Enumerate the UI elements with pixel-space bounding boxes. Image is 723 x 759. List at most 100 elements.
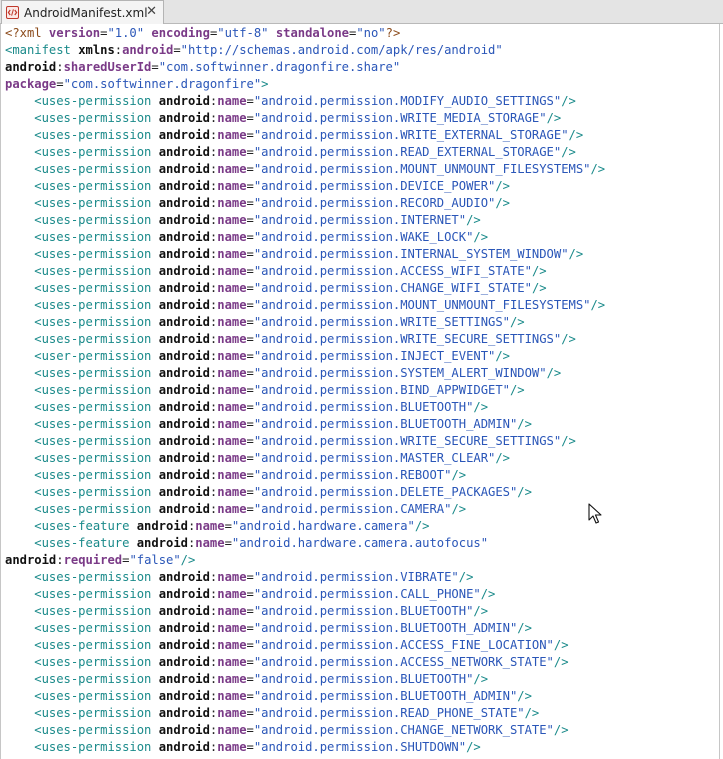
code-token-val: "http://schemas.android.com/apk/res/andr… bbox=[180, 43, 503, 57]
code-token-text: = bbox=[246, 621, 254, 635]
code-token-tag: <uses-permission bbox=[34, 400, 159, 414]
code-token-tag: <uses-permission bbox=[34, 689, 159, 703]
code-token-attr: name bbox=[217, 621, 247, 635]
code-line: <uses-permission android:name="android.p… bbox=[5, 331, 719, 348]
code-token-ns: android bbox=[158, 349, 210, 363]
code-line: <uses-permission android:name="android.p… bbox=[5, 263, 719, 280]
code-token-text: = bbox=[246, 655, 254, 669]
close-icon[interactable]: ✕ bbox=[146, 4, 157, 19]
code-line: <uses-permission android:name="android.p… bbox=[5, 450, 719, 467]
code-token-text: = bbox=[246, 145, 254, 159]
code-token-attr: name bbox=[217, 145, 247, 159]
code-token-text: = bbox=[246, 247, 254, 261]
code-token-ns: android bbox=[158, 672, 210, 686]
code-token-tag: /> bbox=[473, 400, 489, 414]
code-line: <uses-permission android:name="android.p… bbox=[5, 705, 719, 722]
code-token-attr: name bbox=[217, 366, 247, 380]
code-token-attr: name bbox=[217, 468, 247, 482]
code-token-val: "android.permission.WRITE_SETTINGS" bbox=[253, 315, 510, 329]
code-token-ns: android bbox=[158, 128, 210, 142]
code-token-tag: <uses-permission bbox=[34, 740, 159, 754]
code-token-val: "android.permission.WRITE_SECURE_SETTING… bbox=[253, 332, 562, 346]
code-token-val: "false" bbox=[129, 553, 181, 567]
code-token-ns: android bbox=[5, 553, 57, 567]
code-token-text: = bbox=[246, 604, 254, 618]
code-token-tag: <uses-permission bbox=[34, 451, 159, 465]
code-token-tag: <uses-permission bbox=[34, 485, 159, 499]
code-token-text: = bbox=[246, 740, 254, 754]
code-token-attr: name bbox=[217, 604, 247, 618]
code-line: <uses-permission android:name="android.p… bbox=[5, 637, 719, 654]
code-token-ns: android bbox=[158, 264, 210, 278]
code-token-attr: name bbox=[217, 315, 247, 329]
code-token-val: "android.permission.BLUETOOTH" bbox=[253, 604, 474, 618]
code-token-text: = bbox=[56, 77, 64, 91]
code-token-tag: <uses-permission bbox=[34, 434, 159, 448]
code-token-tag: > bbox=[261, 77, 269, 91]
code-token-val: "android.permission.CALL_PHONE" bbox=[253, 587, 481, 601]
code-line: <uses-permission android:name="android.p… bbox=[5, 654, 719, 671]
code-line: <uses-permission android:name="android.p… bbox=[5, 195, 719, 212]
code-token-ns: android bbox=[158, 451, 210, 465]
code-token-text: = bbox=[246, 94, 254, 108]
code-editor[interactable]: <?xml version = "1.0" encoding = "utf-8" sta… bbox=[0, 24, 720, 759]
code-token-ns: android bbox=[158, 706, 210, 720]
code-token-attr: name bbox=[217, 451, 247, 465]
code-token-tag: /> bbox=[553, 655, 569, 669]
code-token-tag: /> bbox=[568, 128, 584, 142]
code-token-tag: <uses-permission bbox=[34, 383, 159, 397]
code-token-val: "android.permission.SYSTEM_ALERT_WINDOW" bbox=[253, 366, 547, 380]
code-line: android:required="false"/> bbox=[5, 552, 719, 569]
code-token-val: "utf-8" bbox=[217, 26, 269, 40]
code-token-val: "1.0" bbox=[107, 26, 145, 40]
code-token-attr: name bbox=[217, 570, 247, 584]
code-token-pi: ?> bbox=[385, 26, 401, 40]
code-line: <uses-permission android:name="android.p… bbox=[5, 620, 719, 637]
code-token-tag: /> bbox=[553, 638, 569, 652]
code-token-tag: /> bbox=[553, 723, 569, 737]
code-token-text: = bbox=[246, 349, 254, 363]
code-token-val: "android.permission.BLUETOOTH" bbox=[253, 400, 474, 414]
code-token-text: : bbox=[56, 553, 64, 567]
code-token-attr: version bbox=[48, 26, 101, 40]
code-token-tag: /> bbox=[473, 604, 489, 618]
code-token-tag: /> bbox=[480, 587, 496, 601]
code-token-tag: /> bbox=[561, 145, 576, 159]
code-line: <uses-permission android:name="android.p… bbox=[5, 586, 719, 603]
code-token-attr: name bbox=[217, 587, 247, 601]
code-token-text: = bbox=[246, 213, 254, 227]
code-token-attr: android bbox=[122, 43, 174, 57]
code-token-val: "android.hardware.camera" bbox=[231, 519, 415, 533]
code-token-tag: /> bbox=[568, 247, 584, 261]
code-token-tag: <uses-permission bbox=[34, 672, 159, 686]
code-line: <uses-permission android:name="android.p… bbox=[5, 569, 719, 586]
code-token-text: = bbox=[246, 332, 254, 346]
code-token-attr: name bbox=[217, 689, 247, 703]
editor-tab-bar: AndroidManifest.xml ✕ bbox=[0, 0, 723, 24]
code-token-val: "android.permission.READ_PHONE_STATE" bbox=[253, 706, 525, 720]
code-token-text: = bbox=[246, 468, 254, 482]
code-token-attr: name bbox=[217, 298, 247, 312]
code-token-tag: <uses-permission bbox=[34, 111, 159, 125]
code-line: <user-permission android:name="android.p… bbox=[5, 348, 719, 365]
code-token-tag: /> bbox=[495, 179, 510, 193]
code-token-tag: /> bbox=[495, 196, 510, 210]
code-token-ns: android bbox=[158, 145, 210, 159]
code-token-tag: /> bbox=[561, 434, 576, 448]
tab-androidmanifest[interactable]: AndroidManifest.xml ✕ bbox=[1, 0, 164, 24]
code-token-tag: <uses-permission bbox=[34, 281, 159, 295]
code-token-pi: <?xml bbox=[5, 26, 49, 40]
